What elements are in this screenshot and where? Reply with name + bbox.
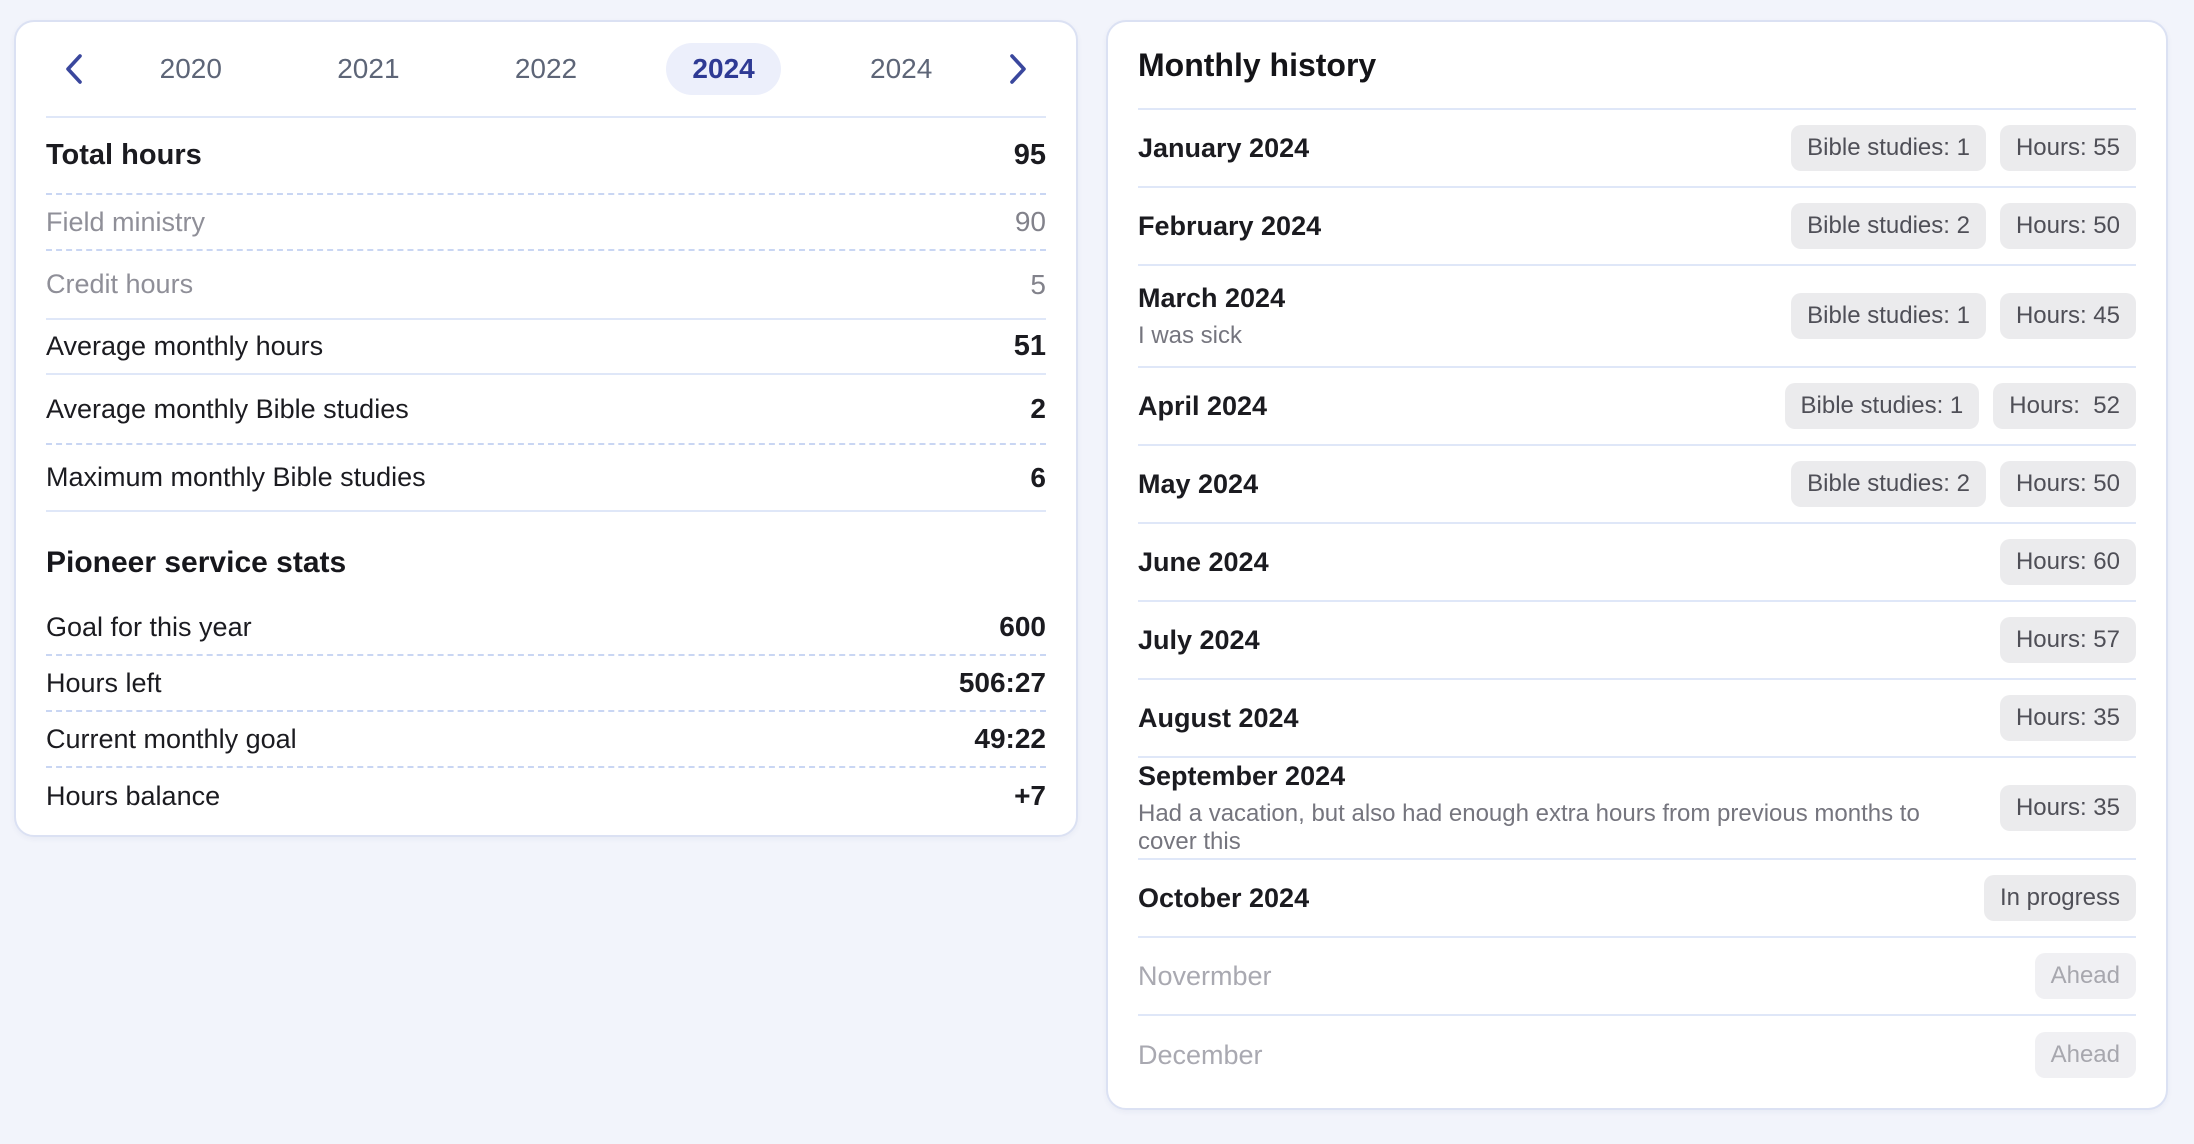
tab-year-selected[interactable]: 2024 xyxy=(666,43,780,95)
next-year-button[interactable] xyxy=(990,41,1046,97)
hours-badge: Hours: 52 xyxy=(1993,383,2136,430)
in-progress-badge: In progress xyxy=(1984,875,2136,922)
stat-value: 5 xyxy=(1030,269,1046,301)
month-name: July 2024 xyxy=(1138,625,1980,656)
month-row-january[interactable]: January 2024 Bible studies: 1 Hours: 55 xyxy=(1138,110,2136,188)
month-name: Novermber xyxy=(1138,961,2015,992)
stat-label: Credit hours xyxy=(46,269,193,300)
stat-row-credit-hours: Credit hours 5 xyxy=(46,251,1046,320)
stat-label: Average monthly Bible studies xyxy=(46,394,409,425)
month-row-october[interactable]: October 2024 In progress xyxy=(1138,860,2136,938)
stat-value: +7 xyxy=(1014,780,1046,812)
month-row-march[interactable]: March 2024 I was sick Bible studies: 1 H… xyxy=(1138,266,2136,368)
hours-badge: Hours: 50 xyxy=(2000,203,2136,250)
tab-year-2022[interactable]: 2022 xyxy=(489,43,603,95)
chevron-right-icon xyxy=(1003,52,1033,86)
stat-value: 6 xyxy=(1030,462,1046,494)
monthly-history-title: Monthly history xyxy=(1138,22,2136,110)
stat-row-field-ministry: Field ministry 90 xyxy=(46,195,1046,251)
month-note: Had a vacation, but also had enough extr… xyxy=(1138,800,1980,856)
hours-badge: Hours: 50 xyxy=(2000,461,2136,508)
ahead-badge: Ahead xyxy=(2035,1032,2136,1079)
month-row-june[interactable]: June 2024 Hours: 60 xyxy=(1138,524,2136,602)
year-tabs: 2020 2021 2022 2024 2024 xyxy=(102,43,990,95)
ahead-badge: Ahead xyxy=(2035,953,2136,1000)
stat-value: 506:27 xyxy=(959,667,1046,699)
bible-studies-badge: Bible studies: 2 xyxy=(1791,461,1986,508)
month-name: August 2024 xyxy=(1138,703,1980,734)
month-row-may[interactable]: May 2024 Bible studies: 2 Hours: 50 xyxy=(1138,446,2136,524)
month-name: June 2024 xyxy=(1138,547,1980,578)
stat-row-goal-for-this-year: Goal for this year 600 xyxy=(46,600,1046,656)
month-name: September 2024 xyxy=(1138,761,1980,792)
stat-row-average-monthly-bible-studies: Average monthly Bible studies 2 xyxy=(46,375,1046,445)
stat-value: 95 xyxy=(1014,139,1046,172)
stat-label: Total hours xyxy=(46,139,202,172)
hours-badge: Hours: 35 xyxy=(2000,785,2136,832)
bible-studies-badge: Bible studies: 1 xyxy=(1791,125,1986,172)
month-name: January 2024 xyxy=(1138,133,1771,164)
stat-value: 600 xyxy=(999,611,1046,643)
hours-badge: Hours: 57 xyxy=(2000,617,2136,664)
stat-value: 51 xyxy=(1014,330,1046,363)
bible-studies-badge: Bible studies: 1 xyxy=(1785,383,1980,430)
stat-value: 49:22 xyxy=(974,723,1046,755)
year-stats-card: 2020 2021 2022 2024 2024 Total hours 95 … xyxy=(14,20,1078,837)
stat-label: Maximum monthly Bible studies xyxy=(46,462,426,493)
stat-row-hours-left: Hours left 506:27 xyxy=(46,656,1046,712)
month-row-february[interactable]: February 2024 Bible studies: 2 Hours: 50 xyxy=(1138,188,2136,266)
month-name: March 2024 xyxy=(1138,283,1771,314)
previous-year-button[interactable] xyxy=(46,41,102,97)
stat-row-total-hours: Total hours 95 xyxy=(46,118,1046,195)
hours-badge: Hours: 55 xyxy=(2000,125,2136,172)
hours-badge: Hours: 35 xyxy=(2000,695,2136,742)
stat-row-hours-balance: Hours balance +7 xyxy=(46,768,1046,824)
month-name: May 2024 xyxy=(1138,469,1771,500)
month-row-december[interactable]: December Ahead xyxy=(1138,1016,2136,1094)
hours-badge: Hours: 60 xyxy=(2000,539,2136,586)
month-row-april[interactable]: April 2024 Bible studies: 1 Hours: 52 xyxy=(1138,368,2136,446)
tab-year-2021[interactable]: 2021 xyxy=(311,43,425,95)
stat-value: 90 xyxy=(1015,206,1046,238)
stat-label: Average monthly hours xyxy=(46,331,323,362)
chevron-left-icon xyxy=(59,52,89,86)
month-name: October 2024 xyxy=(1138,883,1964,914)
bible-studies-badge: Bible studies: 2 xyxy=(1791,203,1986,250)
stat-row-average-monthly-hours: Average monthly hours 51 xyxy=(46,320,1046,375)
tab-year-next[interactable]: 2024 xyxy=(844,43,958,95)
stat-value: 2 xyxy=(1030,393,1046,425)
stat-label: Current monthly goal xyxy=(46,724,297,755)
stat-label: Goal for this year xyxy=(46,612,252,643)
month-note: I was sick xyxy=(1138,322,1771,350)
month-name: February 2024 xyxy=(1138,211,1771,242)
bible-studies-badge: Bible studies: 1 xyxy=(1791,293,1986,340)
month-row-august[interactable]: August 2024 Hours: 35 xyxy=(1138,680,2136,758)
stat-label: Hours balance xyxy=(46,781,220,812)
stat-label: Hours left xyxy=(46,668,162,699)
month-row-november[interactable]: Novermber Ahead xyxy=(1138,938,2136,1016)
month-row-september[interactable]: September 2024 Had a vacation, but also … xyxy=(1138,758,2136,860)
tab-year-2020[interactable]: 2020 xyxy=(134,43,248,95)
year-tabbar: 2020 2021 2022 2024 2024 xyxy=(46,22,1046,118)
month-name: April 2024 xyxy=(1138,391,1765,422)
monthly-history-card: Monthly history January 2024 Bible studi… xyxy=(1106,20,2168,1110)
pioneer-service-stats-title: Pioneer service stats xyxy=(46,512,1046,600)
month-row-july[interactable]: July 2024 Hours: 57 xyxy=(1138,602,2136,680)
stat-label: Field ministry xyxy=(46,207,205,238)
hours-badge: Hours: 45 xyxy=(2000,293,2136,340)
stat-row-maximum-monthly-bible-studies: Maximum monthly Bible studies 6 xyxy=(46,445,1046,512)
stat-row-current-monthly-goal: Current monthly goal 49:22 xyxy=(46,712,1046,768)
month-name: December xyxy=(1138,1040,2015,1071)
